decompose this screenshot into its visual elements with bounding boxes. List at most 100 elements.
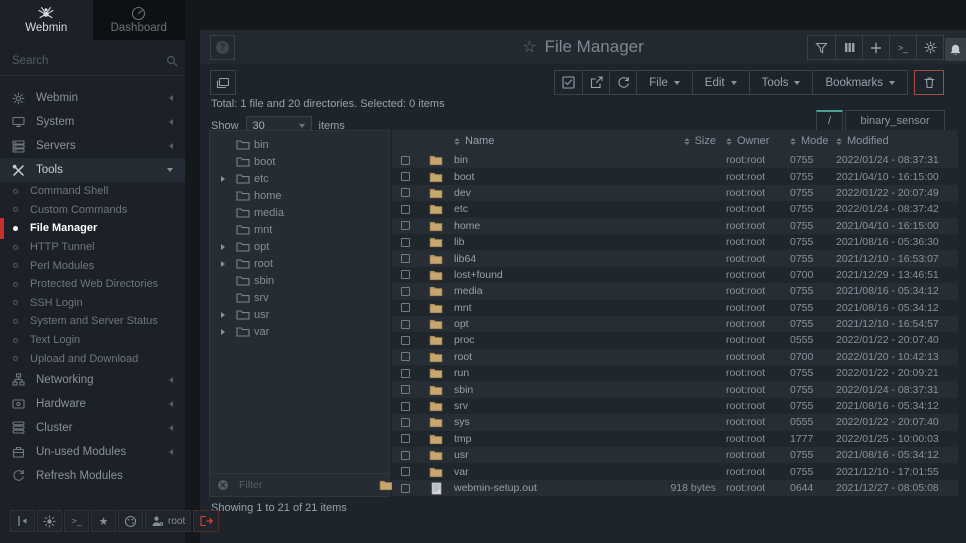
file-name[interactable]: opt: [454, 318, 640, 330]
folder-icon[interactable]: [418, 318, 454, 330]
folder-icon[interactable]: [418, 466, 454, 478]
row-checkbox[interactable]: [401, 484, 410, 493]
row-checkbox[interactable]: [401, 172, 410, 181]
folder-icon[interactable]: [418, 236, 454, 248]
row-checkbox[interactable]: [401, 336, 410, 345]
refresh-button[interactable]: [609, 71, 636, 94]
sidebar-item-tools[interactable]: Tools: [0, 158, 185, 182]
row-checkbox[interactable]: [401, 303, 410, 312]
row-checkbox[interactable]: [401, 352, 410, 361]
theme-toggle-button[interactable]: [37, 510, 62, 532]
row-checkbox[interactable]: [401, 254, 410, 263]
file-name[interactable]: tmp: [454, 433, 640, 445]
table-row[interactable]: lost+foundroot:root07002021/12/29 - 13:4…: [392, 267, 958, 283]
tree-item-var[interactable]: var: [210, 323, 389, 340]
menu-file[interactable]: File: [636, 71, 692, 94]
favorite-star-icon[interactable]: ☆: [522, 37, 536, 57]
row-checkbox[interactable]: [401, 320, 410, 329]
file-name[interactable]: usr: [454, 449, 640, 461]
row-checkbox[interactable]: [401, 270, 410, 279]
file-name[interactable]: sbin: [454, 384, 640, 396]
file-name[interactable]: boot: [454, 171, 640, 183]
table-row[interactable]: tmproot:root17772022/01/25 - 10:00:03: [392, 431, 958, 447]
sidebar-item-protected-web-directories[interactable]: Protected Web Directories: [0, 275, 185, 294]
row-checkbox[interactable]: [401, 418, 410, 427]
folder-icon[interactable]: [418, 400, 454, 412]
tree-item-etc[interactable]: etc: [210, 170, 389, 187]
search-icon[interactable]: [166, 55, 178, 67]
row-checkbox[interactable]: [401, 451, 410, 460]
palette-button[interactable]: [118, 510, 143, 532]
sidebar-item-system[interactable]: System: [0, 110, 185, 134]
sort-icon[interactable]: [454, 138, 460, 145]
root-path-button[interactable]: /: [816, 110, 843, 131]
sidebar-item-webmin[interactable]: Webmin: [0, 86, 185, 110]
file-name[interactable]: home: [454, 220, 640, 232]
sidebar-item-cluster[interactable]: Cluster: [0, 416, 185, 440]
menu-tools[interactable]: Tools: [749, 71, 813, 94]
tree-item-boot[interactable]: boot: [210, 153, 389, 170]
sidebar-item-servers[interactable]: Servers: [0, 134, 185, 158]
folder-icon[interactable]: [418, 416, 454, 428]
folder-icon[interactable]: [418, 384, 454, 396]
file-name[interactable]: media: [454, 285, 640, 297]
row-checkbox[interactable]: [401, 221, 410, 230]
sidebar-item-custom-commands[interactable]: Custom Commands: [0, 201, 185, 220]
sidebar-item-http-tunnel[interactable]: HTTP Tunnel: [0, 238, 185, 257]
expand-arrow-icon[interactable]: [221, 312, 236, 318]
tree-item-opt[interactable]: opt: [210, 238, 389, 255]
table-row[interactable]: lib64root:root07552021/12/10 - 16:53:07: [392, 250, 958, 266]
sidebar-item-system-and-server-status[interactable]: System and Server Status: [0, 312, 185, 331]
table-row[interactable]: webmin-setup.out918 bytesroot:root064420…: [392, 480, 958, 496]
tree-filter-input[interactable]: [239, 479, 374, 491]
folder-icon[interactable]: [418, 220, 454, 232]
settings-icon[interactable]: [916, 36, 943, 59]
bell-icon[interactable]: [945, 38, 966, 61]
row-checkbox[interactable]: [401, 402, 410, 411]
help-button[interactable]: ?: [210, 35, 235, 60]
expand-arrow-icon[interactable]: [221, 261, 236, 267]
table-row[interactable]: binroot:root07552022/01/24 - 08:37:31: [392, 152, 958, 168]
folder-icon[interactable]: [379, 479, 393, 491]
path-search-input[interactable]: [845, 110, 945, 131]
column-header-name[interactable]: Name: [454, 135, 640, 147]
sidebar-item-hardware[interactable]: Hardware: [0, 392, 185, 416]
sidebar-item-text-login[interactable]: Text Login: [0, 331, 185, 350]
menu-edit[interactable]: Edit: [692, 71, 749, 94]
file-name[interactable]: run: [454, 367, 640, 379]
sort-icon[interactable]: [684, 138, 690, 145]
folder-icon[interactable]: [418, 154, 454, 166]
share-button[interactable]: [582, 71, 609, 94]
table-row[interactable]: rootroot:root07002022/01/20 - 10:42:13: [392, 349, 958, 365]
terminal-icon[interactable]: >_: [889, 36, 916, 59]
collapse-sidebar-button[interactable]: [10, 510, 35, 532]
tree-item-mnt[interactable]: mnt: [210, 221, 389, 238]
tree-item-bin[interactable]: bin: [210, 136, 389, 153]
folder-icon[interactable]: [418, 334, 454, 346]
tree-item-root[interactable]: root: [210, 255, 389, 272]
table-row[interactable]: varroot:root07552021/12/10 - 17:01:55: [392, 463, 958, 479]
row-checkbox[interactable]: [401, 369, 410, 378]
table-row[interactable]: sysroot:root05552022/01/22 - 20:07:40: [392, 414, 958, 430]
file-name[interactable]: webmin-setup.out: [454, 482, 640, 494]
tree-item-home[interactable]: home: [210, 187, 389, 204]
tree-item-sbin[interactable]: sbin: [210, 272, 389, 289]
row-checkbox[interactable]: [401, 434, 410, 443]
menu-bookmarks[interactable]: Bookmarks: [812, 71, 907, 94]
columns-icon[interactable]: [835, 36, 862, 59]
table-row[interactable]: runroot:root07552022/01/22 - 20:09:21: [392, 365, 958, 381]
search-input[interactable]: [12, 55, 166, 67]
sort-icon[interactable]: [726, 138, 732, 145]
row-checkbox[interactable]: [401, 385, 410, 394]
sidebar-item-un-used-modules[interactable]: Un-used Modules: [0, 440, 185, 464]
expand-arrow-icon[interactable]: [221, 176, 236, 182]
row-checkbox[interactable]: [401, 156, 410, 165]
table-row[interactable]: mediaroot:root07552021/08/16 - 05:34:12: [392, 283, 958, 299]
add-icon[interactable]: [862, 36, 889, 59]
column-header-mode[interactable]: Mode: [790, 135, 836, 147]
table-row[interactable]: homeroot:root07552021/04/10 - 16:15:00: [392, 218, 958, 234]
table-row[interactable]: sbinroot:root07552022/01/24 - 08:37:31: [392, 381, 958, 397]
table-row[interactable]: usrroot:root07552021/08/16 - 05:34:12: [392, 447, 958, 463]
tree-item-srv[interactable]: srv: [210, 289, 389, 306]
table-row[interactable]: bootroot:root07552021/04/10 - 16:15:00: [392, 168, 958, 184]
